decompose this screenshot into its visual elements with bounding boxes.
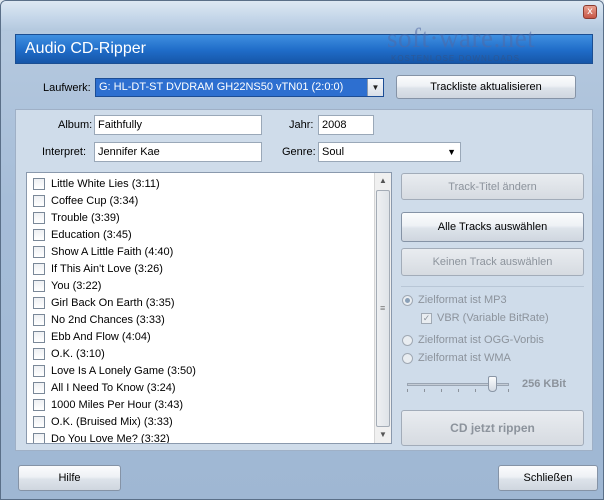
- artist-field[interactable]: Jennifer Kae: [94, 142, 262, 162]
- track-label: Coffee Cup (3:34): [51, 194, 139, 207]
- track-row[interactable]: All I Need To Know (3:24): [27, 379, 391, 396]
- track-row[interactable]: O.K. (3:10): [27, 345, 391, 362]
- track-list[interactable]: Little White Lies (3:11) Coffee Cup (3:34…: [26, 172, 392, 444]
- refresh-tracklist-button[interactable]: Trackliste aktualisieren: [396, 75, 576, 99]
- format-wma-option[interactable]: Zielformat ist WMA: [402, 352, 511, 364]
- track-label: Education (3:45): [51, 228, 132, 241]
- track-row[interactable]: Ebb And Flow (4:04): [27, 328, 391, 345]
- year-field[interactable]: 2008: [318, 115, 374, 135]
- year-label: Jahr:: [289, 119, 314, 131]
- track-row[interactable]: You (3:22): [27, 277, 391, 294]
- track-checkbox[interactable]: [33, 381, 45, 394]
- track-row[interactable]: 1000 Miles Per Hour (3:43): [27, 396, 391, 413]
- track-label: Love Is A Lonely Game (3:50): [51, 364, 196, 377]
- track-checkbox[interactable]: [33, 245, 45, 258]
- rip-cd-button[interactable]: CD jetzt rippen: [401, 410, 584, 446]
- track-label: O.K. (3:10): [51, 347, 105, 360]
- track-checkbox[interactable]: [33, 330, 45, 343]
- scroll-down-icon[interactable]: ▼: [375, 427, 391, 443]
- checkbox-checked-icon[interactable]: ✓: [421, 312, 432, 324]
- track-rows: Little White Lies (3:11) Coffee Cup (3:34…: [27, 173, 391, 444]
- track-label: If This Ain't Love (3:26): [51, 262, 163, 275]
- track-label: You (3:22): [51, 279, 102, 292]
- drive-value: G: HL-DT-ST DVDRAM GH22NS50 vTN01 (2:0:0…: [99, 81, 344, 93]
- help-button[interactable]: Hilfe: [18, 465, 121, 491]
- genre-label: Genre:: [282, 146, 316, 158]
- scrollbar-thumb[interactable]: ≡: [376, 190, 390, 427]
- track-label: No 2nd Chances (3:33): [51, 313, 165, 326]
- radio-icon[interactable]: [402, 334, 413, 346]
- track-checkbox[interactable]: [33, 177, 45, 190]
- chevron-down-icon[interactable]: ▼: [367, 79, 383, 96]
- track-checkbox[interactable]: [33, 228, 45, 241]
- drive-select[interactable]: G: HL-DT-ST DVDRAM GH22NS50 vTN01 (2:0:0…: [95, 78, 384, 97]
- track-label: Show A Little Faith (4:40): [51, 245, 174, 258]
- track-label: 1000 Miles Per Hour (3:43): [51, 398, 184, 411]
- track-checkbox[interactable]: [33, 415, 45, 428]
- track-checkbox[interactable]: [33, 194, 45, 207]
- radio-selected-icon[interactable]: [402, 294, 413, 306]
- grip-icon: ≡: [380, 303, 386, 313]
- track-row[interactable]: If This Ain't Love (3:26): [27, 260, 391, 277]
- track-label: Ebb And Flow (4:04): [51, 330, 151, 343]
- app-title: Audio CD-Ripper: [25, 40, 146, 57]
- track-label: Little White Lies (3:11): [51, 177, 160, 190]
- track-row[interactable]: O.K. (Bruised Mix) (3:33): [27, 413, 391, 430]
- album-label: Album:: [58, 119, 93, 131]
- track-checkbox[interactable]: [33, 364, 45, 377]
- vbr-option[interactable]: ✓ VBR (Variable BitRate): [421, 312, 549, 324]
- track-row[interactable]: Little White Lies (3:11): [27, 175, 391, 192]
- rename-track-button[interactable]: Track-Titel ändern: [401, 173, 584, 200]
- track-label: Do You Love Me? (3:32): [51, 432, 170, 444]
- bitrate-slider-thumb[interactable]: [488, 376, 497, 392]
- format-mp3-option[interactable]: Zielformat ist MP3: [402, 294, 507, 306]
- watermark-subtitle: KOSTENLOSE DOWNLOADS: [391, 54, 520, 63]
- track-list-scrollbar[interactable]: ▲ ≡ ▼: [374, 173, 391, 443]
- track-checkbox[interactable]: [33, 313, 45, 326]
- track-row[interactable]: Do You Love Me? (3:32): [27, 430, 391, 444]
- select-no-tracks-button[interactable]: Keinen Track auswählen: [401, 248, 584, 276]
- artist-label: Interpret:: [42, 146, 87, 158]
- track-checkbox[interactable]: [33, 398, 45, 411]
- track-checkbox[interactable]: [33, 211, 45, 224]
- track-checkbox[interactable]: [33, 262, 45, 275]
- album-field[interactable]: Faithfully: [94, 115, 262, 135]
- scroll-up-icon[interactable]: ▲: [375, 173, 391, 189]
- track-checkbox[interactable]: [33, 279, 45, 292]
- genre-value: Soul: [322, 146, 345, 158]
- track-row[interactable]: Education (3:45): [27, 226, 391, 243]
- close-button[interactable]: Schließen: [498, 465, 598, 491]
- bitrate-value: 256 KBit: [522, 378, 567, 390]
- app-window: x Audio CD-Ripper soft·ware.net KOSTENLO…: [0, 0, 604, 500]
- track-label: Trouble (3:39): [51, 211, 120, 224]
- track-row[interactable]: Show A Little Faith (4:40): [27, 243, 391, 260]
- watermark-logo: soft·ware.net: [387, 23, 536, 53]
- format-mp3-label: Zielformat ist MP3: [418, 294, 507, 306]
- radio-icon[interactable]: [402, 352, 413, 364]
- track-row[interactable]: Coffee Cup (3:34): [27, 192, 391, 209]
- format-ogg-option[interactable]: Zielformat ist OGG-Vorbis: [402, 334, 544, 346]
- format-wma-label: Zielformat ist WMA: [418, 352, 511, 364]
- select-all-tracks-button[interactable]: Alle Tracks auswählen: [401, 212, 584, 242]
- drive-label: Laufwerk:: [43, 82, 91, 94]
- track-row[interactable]: No 2nd Chances (3:33): [27, 311, 391, 328]
- track-row[interactable]: Trouble (3:39): [27, 209, 391, 226]
- track-checkbox[interactable]: [33, 432, 45, 443]
- track-checkbox[interactable]: [33, 347, 45, 360]
- track-label: O.K. (Bruised Mix) (3:33): [51, 415, 173, 428]
- divider: [401, 286, 584, 287]
- format-ogg-label: Zielformat ist OGG-Vorbis: [418, 334, 544, 346]
- track-row[interactable]: Love Is A Lonely Game (3:50): [27, 362, 391, 379]
- track-checkbox[interactable]: [33, 296, 45, 309]
- track-row[interactable]: Girl Back On Earth (3:35): [27, 294, 391, 311]
- vbr-label: VBR (Variable BitRate): [437, 312, 549, 324]
- track-label: Girl Back On Earth (3:35): [51, 296, 175, 309]
- close-window-button[interactable]: x: [583, 5, 597, 19]
- chevron-down-icon[interactable]: ▼: [447, 147, 456, 157]
- genre-select[interactable]: Soul ▼: [318, 142, 461, 162]
- track-label: All I Need To Know (3:24): [51, 381, 176, 394]
